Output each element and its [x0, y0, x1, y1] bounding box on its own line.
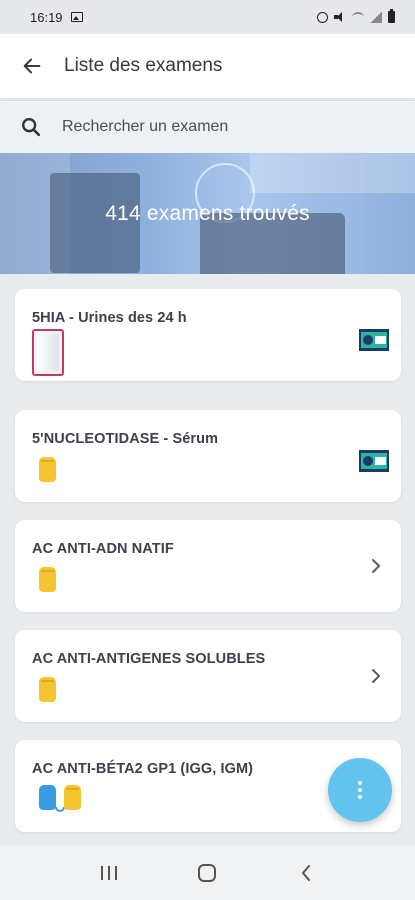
home-icon — [198, 863, 217, 882]
back-nav-icon — [301, 864, 310, 881]
exam-card[interactable]: 5'NUCLEOTIDASE - Sérum — [15, 410, 401, 502]
badge-icon — [359, 329, 389, 351]
status-bar: 16:19 — [0, 0, 415, 34]
status-time: 16:19 — [30, 9, 63, 25]
badge-icon — [359, 450, 389, 472]
battery-icon — [388, 9, 395, 23]
yellow-tube-icon — [64, 785, 81, 810]
search-input[interactable] — [62, 118, 415, 136]
search-bar — [0, 100, 415, 153]
yellow-tube-icon — [39, 567, 56, 592]
exam-title: 5'NUCLEOTIDASE - Sérum — [32, 431, 219, 447]
app-header: Liste des examens — [0, 34, 415, 98]
system-nav-bar — [0, 845, 415, 900]
alarm-icon — [317, 11, 328, 23]
exam-card[interactable]: AC ANTI-ANTIGENES SOLUBLES — [15, 630, 401, 722]
exam-card[interactable]: 5HIA - Urines des 24 h — [15, 289, 401, 381]
back-button[interactable] — [0, 34, 64, 98]
status-right — [317, 9, 395, 23]
back-nav-button[interactable] — [286, 853, 326, 893]
search-icon — [0, 116, 62, 138]
exam-card[interactable]: AC ANTI-ADN NATIF — [15, 520, 401, 612]
wifi-icon — [352, 12, 364, 22]
chevron-right-icon — [372, 559, 380, 573]
urine-container-icon — [32, 329, 64, 376]
arrow-left-icon — [23, 58, 41, 74]
yellow-tube-icon — [39, 457, 56, 482]
page-title: Liste des examens — [64, 55, 223, 76]
exam-title: AC ANTI-BÉTA2 GP1 (IGG, IGM) — [32, 761, 254, 777]
status-left: 16:19 — [30, 10, 83, 25]
signal-icon — [370, 11, 382, 23]
yellow-tube-icon — [39, 677, 56, 702]
home-button[interactable] — [187, 853, 227, 893]
chevron-right-icon — [372, 669, 380, 683]
more-options-button[interactable] — [328, 758, 392, 822]
results-count: 414 examens trouvés — [105, 201, 310, 225]
mute-icon — [334, 12, 346, 22]
recent-apps-icon — [101, 865, 118, 880]
recent-apps-button[interactable] — [89, 853, 129, 893]
banner-image-shape — [250, 153, 415, 193]
exam-title: AC ANTI-ANTIGENES SOLUBLES — [32, 651, 266, 667]
exam-title: 5HIA - Urines des 24 h — [32, 310, 187, 326]
results-banner: 414 examens trouvés — [0, 153, 415, 274]
exam-title: AC ANTI-ADN NATIF — [32, 541, 174, 557]
gallery-icon — [70, 12, 83, 22]
more-vertical-icon — [358, 781, 362, 799]
